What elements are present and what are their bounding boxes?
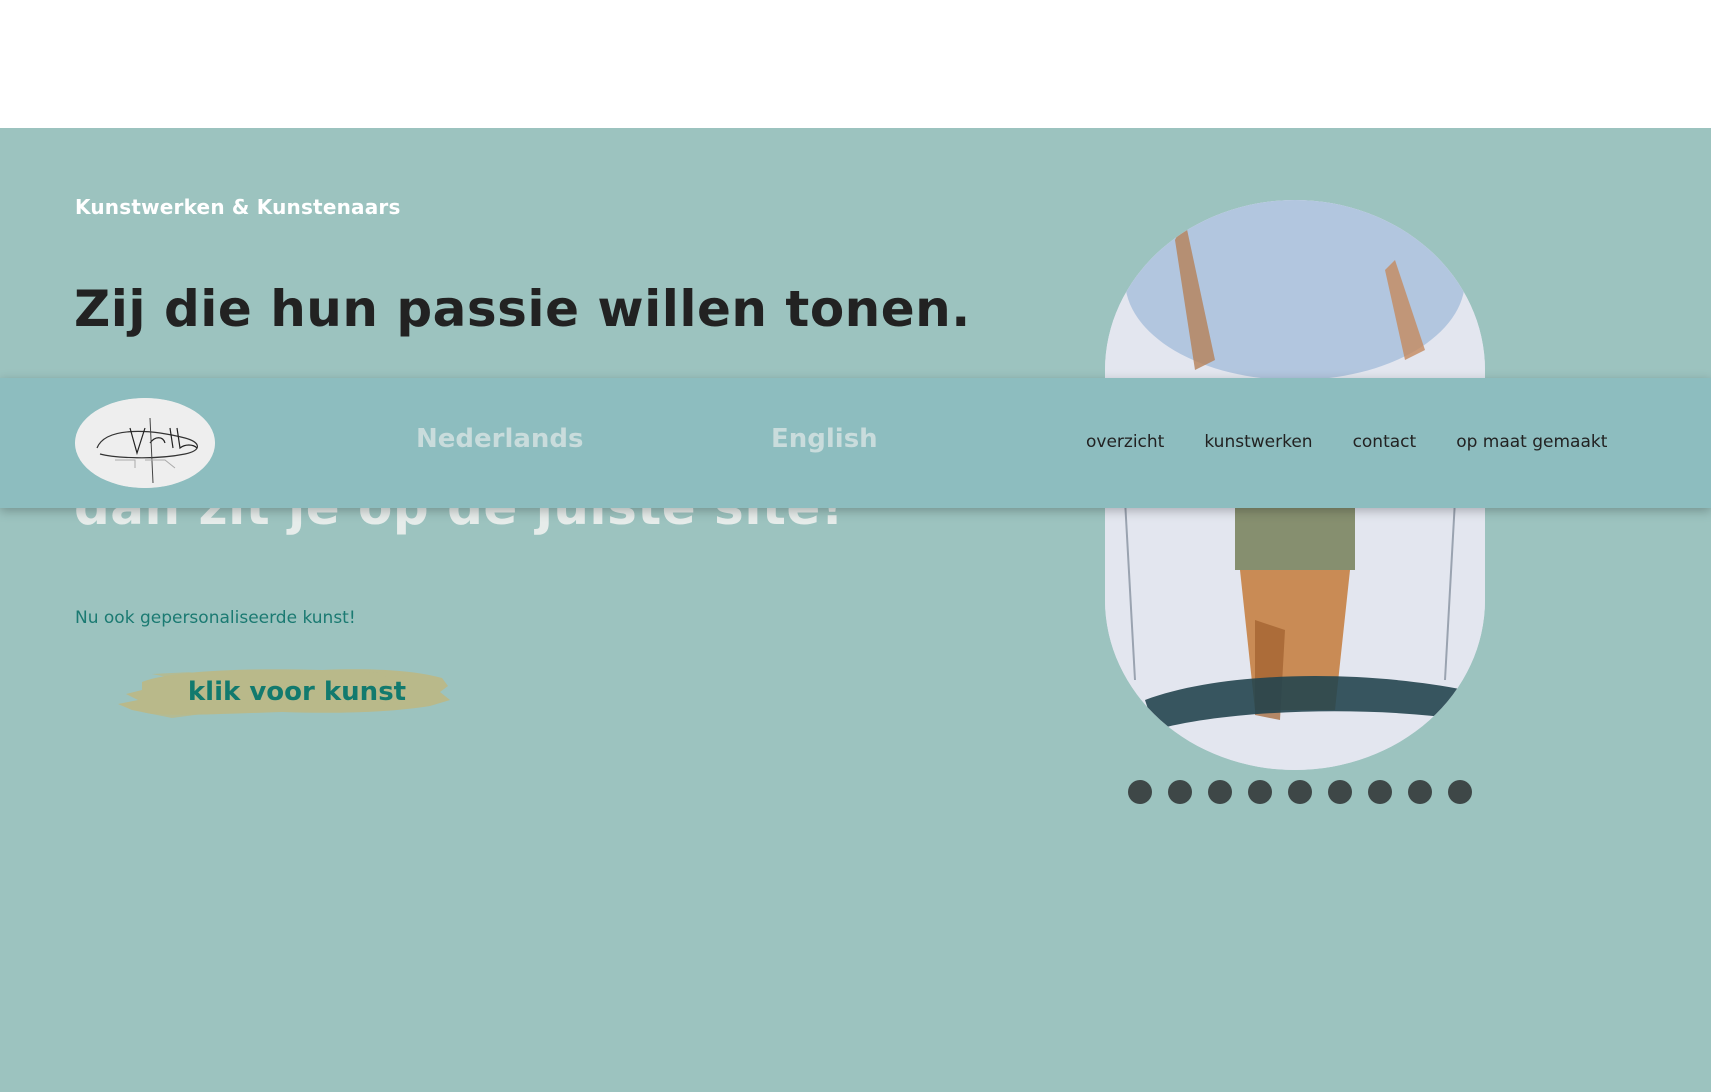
slider-dot[interactable] [1448, 780, 1472, 804]
site-logo[interactable] [75, 398, 215, 488]
slider-dot[interactable] [1128, 780, 1152, 804]
top-whitespace [0, 0, 1711, 128]
slider-dot[interactable] [1328, 780, 1352, 804]
slider-dot[interactable] [1368, 780, 1392, 804]
slider-dots [1128, 780, 1472, 804]
hero-headline: Zij die hun passie willen tonen. [74, 280, 971, 338]
language-link-nederlands[interactable]: Nederlands [416, 424, 584, 454]
signature-logo-icon [75, 398, 215, 488]
slider-dot[interactable] [1248, 780, 1272, 804]
main-nav-links: overzicht kunstwerken contact op maat ge… [1086, 432, 1607, 452]
slider-dot[interactable] [1408, 780, 1432, 804]
nav-link-contact[interactable]: contact [1353, 432, 1417, 452]
hero-eyebrow: Kunstwerken & Kunstenaars [75, 195, 401, 219]
slider-dot[interactable] [1208, 780, 1232, 804]
hero-subtext: Nu ook gepersonaliseerde kunst! [75, 608, 356, 628]
nav-link-overzicht[interactable]: overzicht [1086, 432, 1164, 452]
slider-dot[interactable] [1168, 780, 1192, 804]
slider-dot[interactable] [1288, 780, 1312, 804]
sticky-navbar: Nederlands English overzicht kunstwerken… [0, 378, 1711, 508]
hero-section: Kunstwerken & Kunstenaars Zij die hun pa… [0, 128, 1711, 1092]
cta-button[interactable]: klik voor kunst [112, 648, 452, 736]
cta-button-label[interactable]: klik voor kunst [112, 648, 452, 736]
nav-link-kunstwerken[interactable]: kunstwerken [1204, 432, 1312, 452]
language-link-english[interactable]: English [771, 424, 878, 454]
nav-link-op-maat-gemaakt[interactable]: op maat gemaakt [1456, 432, 1607, 452]
